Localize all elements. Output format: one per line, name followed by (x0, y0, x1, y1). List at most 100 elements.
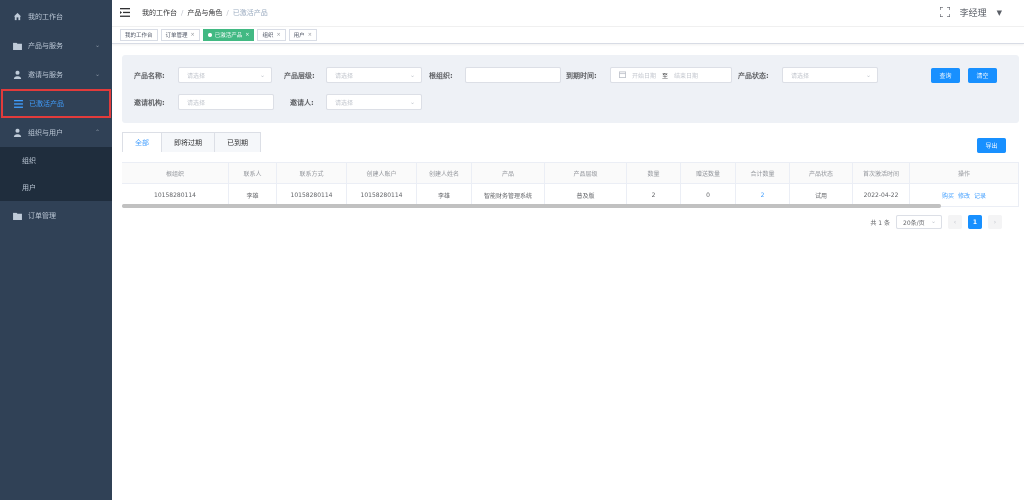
pagination-total: 共 1 条 (870, 219, 890, 227)
top-navbar: 我的工作台 / 产品与角色 / 已激活产品 李经理 ▼ (112, 0, 1024, 27)
tag-activated-products[interactable]: 已激活产品 × (202, 29, 255, 41)
product-status-select[interactable]: 请选择 ⌄ (782, 67, 878, 83)
column-header: 产品状态 (790, 163, 853, 183)
fullscreen-icon[interactable] (938, 5, 951, 19)
table-cell: 10158280114 (122, 184, 229, 206)
tag-label: 用户 (293, 33, 305, 39)
page-size-select[interactable]: 20条/页 ⌄ (896, 215, 942, 229)
chevron-left-icon: ‹ (953, 218, 957, 226)
select-placeholder: 请选择 (187, 72, 206, 80)
column-header: 数量 (627, 163, 681, 183)
select-placeholder: 请选择 (335, 99, 354, 107)
table-cell: 试用 (790, 184, 853, 206)
invite-org-label: 邀请机构: (134, 99, 165, 107)
filter-panel: 产品名称: 请选择 ⌄ 产品层级: 请选择 ⌄ 根组织: 到期时间: 开始日期 至 … (122, 55, 1019, 123)
calendar-icon (619, 70, 626, 80)
inviter-select[interactable]: 请选择 ⌄ (326, 94, 422, 110)
chevron-up-icon: ⌃ (94, 129, 100, 136)
page-number-current[interactable]: 1 (968, 215, 982, 229)
folder-icon (12, 41, 22, 51)
sidebar-item-label: 已激活产品 (29, 99, 64, 108)
caret-down-icon[interactable]: ▼ (997, 9, 1002, 17)
list-icon (13, 99, 23, 109)
table-cell: 10158280114 (277, 184, 347, 206)
tag-label: 我的工作台 (125, 33, 153, 39)
product-level-select[interactable]: 请选择 ⌄ (326, 67, 422, 83)
status-tabs: 全部 即将过期 已到期 (122, 132, 261, 152)
tag-orders[interactable]: 订单管理 × (160, 29, 200, 41)
close-icon[interactable]: × (308, 32, 312, 38)
folder-icon (12, 211, 22, 221)
sidebar-item-org-users[interactable]: 组织与用户 ⌃ (0, 118, 112, 147)
sidebar-item-label: 我的工作台 (28, 12, 63, 21)
column-header: 联系方式 (277, 163, 347, 183)
close-icon[interactable]: × (276, 32, 280, 38)
end-date-placeholder[interactable]: 结束日期 (674, 71, 698, 80)
sidebar-item-label: 组织与用户 (28, 128, 63, 137)
product-name-label: 产品名称: (134, 72, 165, 80)
tag-workbench[interactable]: 我的工作台 (120, 29, 158, 41)
product-name-select[interactable]: 请选择 ⌄ (178, 67, 272, 83)
sidebar-item-orders[interactable]: 订单管理 (0, 201, 112, 230)
breadcrumb-item[interactable]: 我的工作台 (142, 9, 177, 17)
sidebar-item-activated-products[interactable]: 已激活产品 (1, 89, 111, 118)
sidebar-item-users[interactable]: 用户 (0, 174, 112, 201)
user-icon (12, 128, 22, 138)
date-range-picker[interactable]: 开始日期 至 结束日期 (610, 67, 732, 83)
tag-users[interactable]: 用户 × (288, 29, 317, 41)
page-size-value: 20条/页 (903, 219, 925, 227)
column-header: 产品层级 (545, 163, 627, 183)
close-icon[interactable]: × (191, 32, 195, 38)
user-name[interactable]: 李经理 (960, 6, 987, 19)
sidebar-item-invitations[interactable]: 邀请与服务 ⌄ (0, 60, 112, 89)
clear-button[interactable]: 清空 (968, 68, 997, 83)
breadcrumb-item[interactable]: 产品与角色 (187, 9, 222, 17)
chevron-down-icon: ⌄ (409, 72, 415, 79)
breadcrumb-item-current: 已激活产品 (232, 9, 268, 17)
total-quantity-link[interactable]: 2 (736, 184, 790, 206)
chevron-down-icon: ⌄ (930, 218, 936, 225)
range-separator: 至 (662, 72, 669, 80)
table-cell: 0 (681, 184, 736, 206)
sidebar-item-products[interactable]: 产品与服务 ⌄ (0, 31, 112, 60)
tag-label: 组织 (262, 33, 274, 39)
product-level-label: 产品层级: (284, 72, 315, 80)
tab-expiring-soon[interactable]: 即将过期 (161, 133, 214, 152)
select-placeholder: 请选择 (791, 72, 810, 80)
query-button[interactable]: 查询 (931, 68, 960, 83)
breadcrumb-separator: / (226, 9, 229, 17)
tab-all[interactable]: 全部 (123, 133, 161, 152)
next-page-button[interactable]: › (988, 215, 1002, 229)
pagination: 共 1 条 20条/页 ⌄ ‹ 1 › (870, 215, 1002, 229)
invite-org-select[interactable]: 请选择 (178, 94, 274, 110)
sidebar: 我的工作台 产品与服务 ⌄ 邀请与服务 ⌄ 已激活产品 组织与用户 ⌃ 组织 用… (0, 0, 112, 500)
chevron-down-icon: ⌄ (865, 72, 871, 79)
tags-view: 我的工作台 订单管理 × 已激活产品 × 组织 × 用户 × (112, 27, 1024, 44)
start-date-placeholder[interactable]: 开始日期 (632, 71, 656, 80)
tag-org[interactable]: 组织 × (257, 29, 286, 41)
sidebar-item-label: 产品与服务 (28, 41, 63, 50)
edit-link[interactable]: 修改 (958, 191, 970, 200)
sidebar-item-label: 订单管理 (28, 211, 56, 220)
hamburger-icon[interactable] (120, 8, 130, 18)
breadcrumb: 我的工作台 / 产品与角色 / 已激活产品 (142, 8, 268, 18)
table-header-row: 根组织 联系人 联系方式 创建人账户 创建人姓名 产品 产品层级 数量 赠送数量… (122, 163, 1019, 184)
select-placeholder: 请选择 (187, 99, 206, 107)
table-cell: 李雄 (417, 184, 472, 206)
close-icon[interactable]: × (245, 32, 249, 38)
sidebar-item-workbench[interactable]: 我的工作台 (0, 2, 112, 31)
column-header: 创建人姓名 (417, 163, 472, 183)
prev-page-button[interactable]: ‹ (948, 215, 962, 229)
records-link[interactable]: 记录 (974, 191, 986, 200)
tab-expired[interactable]: 已到期 (214, 133, 260, 152)
buy-link[interactable]: 购买 (942, 191, 954, 200)
select-placeholder: 请选择 (335, 72, 354, 80)
export-button[interactable]: 导出 (977, 138, 1006, 153)
sidebar-item-org[interactable]: 组织 (0, 147, 112, 174)
sidebar-item-label: 邀请与服务 (28, 70, 63, 79)
column-header: 根组织 (122, 163, 229, 183)
table-cell: 2 (627, 184, 681, 206)
horizontal-scrollbar[interactable] (122, 204, 941, 208)
root-org-input[interactable] (465, 67, 561, 83)
chevron-down-icon: ⌄ (409, 99, 415, 106)
